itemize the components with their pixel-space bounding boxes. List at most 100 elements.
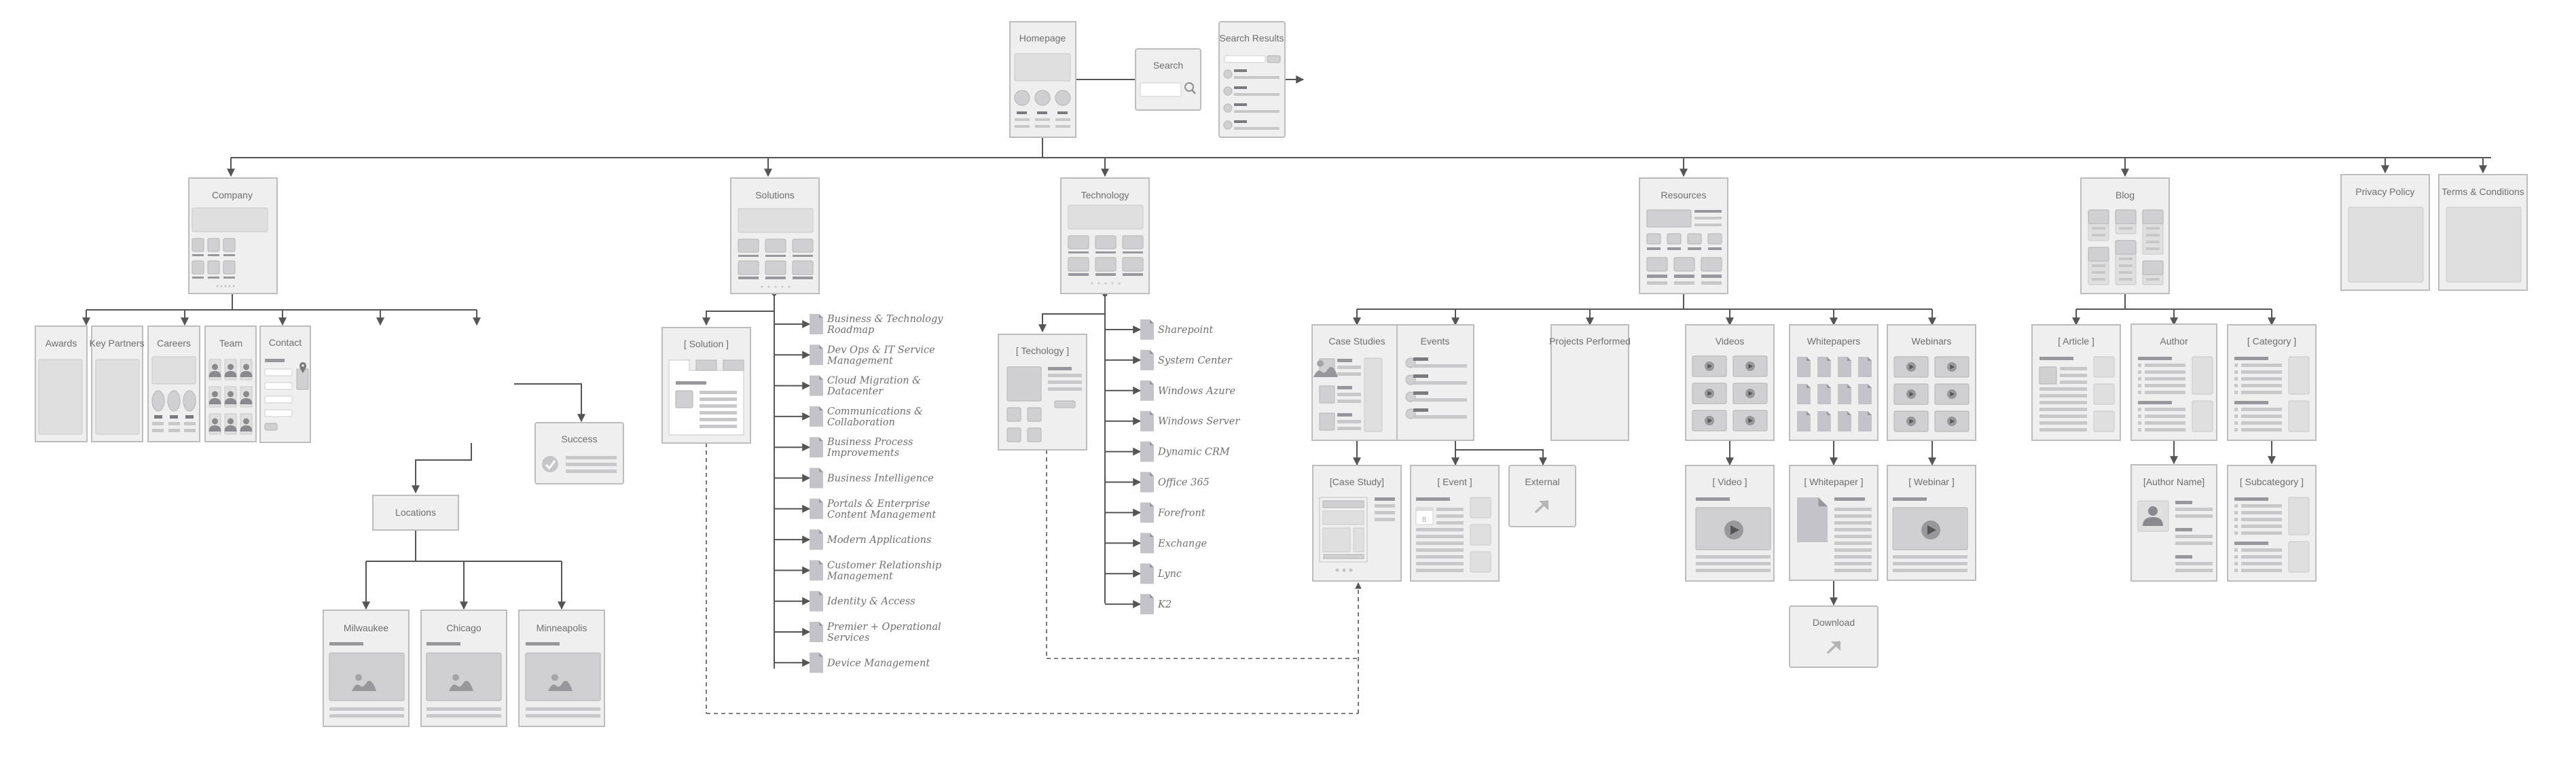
page-company[interactable]: Company — [188, 177, 278, 294]
solution-item[interactable]: Cloud Migration & Datacenter — [774, 375, 921, 398]
page-title: Projects Performed — [1549, 336, 1631, 347]
page-title: [ Category ] — [2247, 336, 2296, 347]
document-icon — [810, 560, 823, 581]
page-key-partners[interactable]: Key Partners — [90, 325, 145, 442]
technology-item[interactable]: Exchange — [1105, 533, 1207, 554]
page-external[interactable]: External — [1508, 465, 1576, 527]
solution-item[interactable]: Dev Ops & IT Service Management — [774, 345, 935, 366]
page-title: Search — [1153, 60, 1183, 71]
page-article[interactable]: [ Article ] — [2031, 324, 2121, 441]
page-success[interactable]: Success — [534, 422, 624, 484]
page-resources[interactable]: Resources — [1639, 177, 1728, 294]
page-title: [ Subcategory ] — [2240, 476, 2304, 487]
document-icon — [810, 529, 823, 550]
document-icon — [1140, 502, 1154, 523]
page-title: [ Techology ] — [1016, 345, 1069, 356]
technology-item[interactable]: Forefront — [1105, 502, 1205, 523]
page-terms-conditions[interactable]: Terms & Conditions — [2438, 174, 2528, 291]
page-video-detail[interactable]: [ Video ] — [1685, 465, 1775, 582]
calendar-date: 8 — [1422, 516, 1426, 524]
page-title: Careers — [157, 338, 191, 349]
page-case-studies[interactable]: Case Studies — [1311, 324, 1401, 441]
page-technology[interactable]: Technology — [1060, 177, 1150, 294]
document-icon — [810, 622, 823, 642]
page-subcategory[interactable]: [ Subcategory ] — [2227, 465, 2317, 582]
page-title: [Case Study] — [1330, 476, 1384, 487]
page-search[interactable]: Search — [1135, 48, 1201, 111]
document-icon — [1140, 533, 1154, 554]
document-icon — [1140, 380, 1154, 401]
page-city-chicago[interactable]: Chicago — [420, 610, 507, 727]
page-careers[interactable]: Careers — [147, 325, 200, 442]
page-whitepapers[interactable]: Whitepapers — [1789, 324, 1879, 441]
page-projects-performed[interactable]: Projects Performed — [1549, 324, 1631, 441]
solution-item[interactable]: Business & Technology Roadmap — [774, 314, 943, 336]
document-icon — [810, 406, 823, 427]
solution-item[interactable]: Identity & Access — [774, 590, 915, 612]
document-icon — [1140, 410, 1154, 431]
document-icon — [1140, 472, 1154, 493]
solution-item-label: Customer Relationship Management — [827, 560, 941, 582]
page-event-detail[interactable]: [ Event ] 8 — [1410, 465, 1500, 582]
page-title: Key Partners — [90, 338, 145, 349]
technology-item-label: Windows Azure — [1158, 386, 1235, 397]
page-author-name[interactable]: [Author Name] — [2130, 464, 2217, 582]
page-locations[interactable]: Locations — [372, 495, 459, 531]
solution-item-label: Communications & Collaboration — [827, 406, 923, 428]
solution-item[interactable]: Business Intelligence — [774, 468, 934, 489]
page-webinars[interactable]: Webinars — [1887, 324, 1976, 441]
page-title: Author — [2160, 336, 2188, 347]
technology-item[interactable]: Office 365 — [1105, 472, 1210, 493]
page-contact[interactable]: Contact — [259, 325, 311, 443]
solution-item[interactable]: Device Management — [774, 652, 930, 673]
technology-item[interactable]: K2 — [1105, 594, 1172, 615]
page-blog[interactable]: Blog — [2080, 177, 2170, 294]
page-city-minneapolis[interactable]: Minneapolis — [518, 610, 605, 727]
page-whitepaper-detail[interactable]: [ Whitepaper ] — [1789, 465, 1879, 581]
city-pages: Milwaukee Chicago Minneapolis — [323, 610, 605, 727]
page-title: Resources — [1661, 190, 1707, 200]
solution-item[interactable]: Communications & Collaboration — [774, 406, 923, 428]
solution-item[interactable]: Modern Applications — [774, 529, 931, 550]
solution-item[interactable]: Portals & Enterprise Content Management — [774, 498, 936, 521]
page-title: Contact — [269, 337, 302, 348]
page-videos[interactable]: Videos — [1685, 324, 1775, 441]
page-solutions[interactable]: Solutions — [730, 177, 820, 294]
solution-item-label: Business Process Improvements — [827, 437, 913, 459]
page-author[interactable]: Author — [2130, 323, 2217, 441]
page-events[interactable]: Events — [1396, 324, 1474, 441]
technology-list: Sharepoint System Center Windows Azure Wind… — [1105, 319, 1240, 615]
page-city-milwaukee[interactable]: Milwaukee — [323, 610, 410, 727]
page-solution-detail[interactable]: [ Solution ] — [661, 327, 751, 444]
page-category[interactable]: [ Category ] — [2227, 324, 2317, 441]
page-title: [ Whitepaper ] — [1804, 476, 1863, 487]
solution-item[interactable]: Business Process Improvements — [774, 437, 913, 459]
page-title: Videos — [1716, 336, 1745, 347]
page-webinar-detail[interactable]: [ Webinar ] — [1887, 465, 1976, 581]
solution-item-label: Portals & Enterprise Content Management — [827, 499, 936, 521]
page-search-results[interactable]: Search Results — [1218, 21, 1286, 138]
page-awards[interactable]: Awards — [35, 325, 88, 442]
technology-item[interactable]: System Center — [1105, 349, 1233, 370]
technology-item-label: Lync — [1157, 569, 1182, 580]
page-title: Case Studies — [1328, 336, 1385, 347]
document-icon — [810, 437, 823, 458]
page-download[interactable]: Download — [1789, 605, 1879, 668]
page-case-study-detail[interactable]: [Case Study] — [1312, 465, 1402, 582]
technology-item[interactable]: Windows Server — [1105, 410, 1240, 431]
solution-item-label: Premier + Operational Services — [827, 622, 941, 643]
page-title: Blog — [2116, 190, 2135, 200]
document-icon — [810, 468, 823, 489]
page-team[interactable]: Team — [204, 325, 257, 442]
technology-item[interactable]: Windows Azure — [1105, 380, 1235, 401]
solution-item-label: Identity & Access — [827, 597, 915, 607]
page-homepage[interactable]: Homepage — [1009, 21, 1076, 138]
solution-item[interactable]: Customer Relationship Management — [774, 560, 941, 582]
solution-item[interactable]: Premier + Operational Services — [774, 622, 941, 643]
technology-item[interactable]: Sharepoint — [1105, 319, 1213, 340]
page-technology-detail[interactable]: [ Techology ] — [998, 334, 1087, 451]
page-privacy-policy[interactable]: Privacy Policy — [2340, 174, 2430, 291]
technology-item[interactable]: Lync — [1105, 563, 1182, 584]
document-icon — [810, 590, 823, 612]
technology-item[interactable]: Dynamic CRM — [1105, 441, 1231, 462]
